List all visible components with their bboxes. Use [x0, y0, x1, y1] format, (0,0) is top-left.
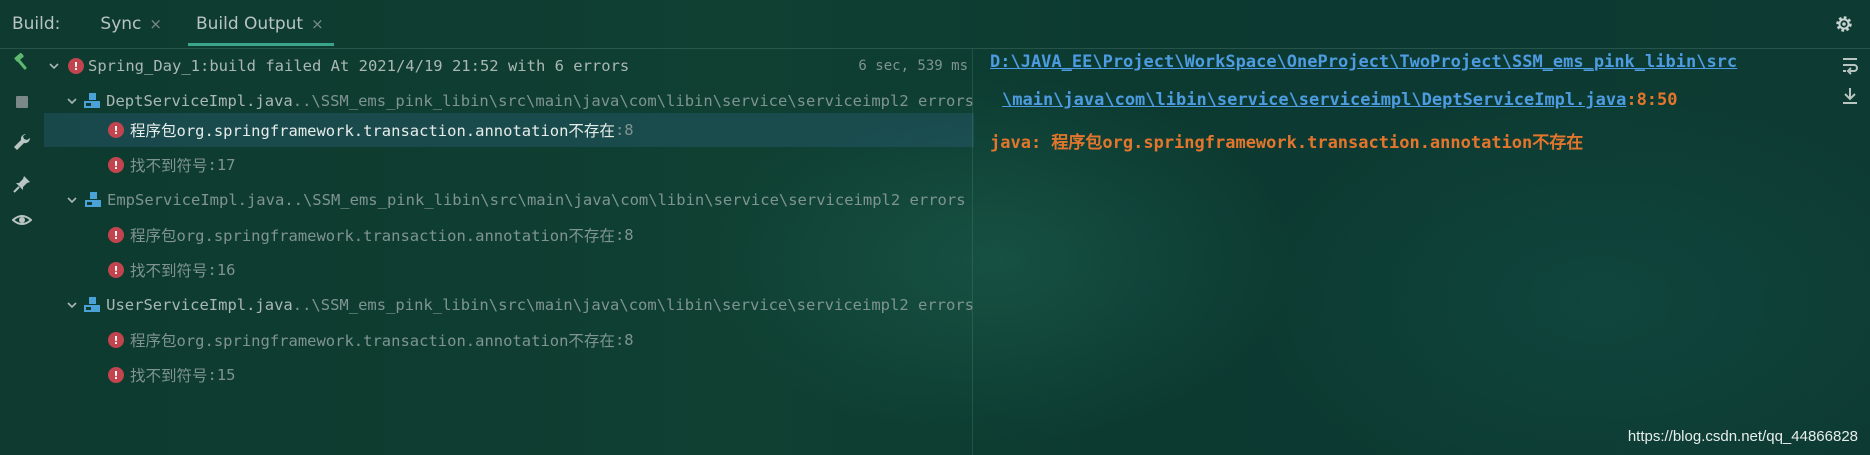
tab-build-output-label: Build Output: [195, 14, 304, 34]
error-icon: !: [108, 157, 124, 173]
error-line: :8: [614, 121, 634, 139]
left-toolbar: [0, 48, 44, 455]
error-message: 程序包org.springframework.transaction.annot…: [130, 332, 615, 350]
build-tree: ! Spring_Day_1: build failed At 2021/4/1…: [44, 48, 974, 455]
error-message: 找不到符号: [130, 262, 208, 280]
error-count: 2 errors: [890, 191, 966, 209]
tab-sync-label: Sync: [100, 14, 142, 34]
hammer-icon[interactable]: [10, 50, 34, 74]
error-icon: !: [108, 227, 124, 243]
java-file-icon: [83, 92, 101, 110]
file-path: ..\SSM_ems_pink_libin\src\main\java\com\…: [292, 92, 900, 110]
tree-file-row[interactable]: EmpServiceImpl.java ..\SSM_ems_pink_libi…: [44, 183, 974, 217]
pin-icon[interactable]: [10, 172, 34, 196]
close-icon[interactable]: ×: [149, 15, 162, 33]
tree-error-row[interactable]: ! 程序包org.springframework.transaction.ann…: [44, 323, 974, 357]
watermark: https://blog.csdn.net/qq_44866828: [1627, 428, 1858, 445]
build-label: Build:: [12, 14, 61, 34]
wrench-icon[interactable]: [10, 130, 34, 154]
error-message: 找不到符号: [130, 157, 208, 175]
java-file-icon: [83, 296, 101, 314]
detail-error-message: java: 程序包org.springframework.transaction…: [990, 133, 1584, 153]
chevron-down-icon[interactable]: [46, 58, 62, 74]
build-time: 6 sec, 539 ms: [858, 58, 968, 74]
error-line: :15: [207, 366, 236, 384]
chevron-down-icon[interactable]: [64, 192, 80, 208]
error-icon: !: [108, 332, 124, 348]
panel-splitter[interactable]: [972, 49, 973, 455]
detail-path-line-1: D:\JAVA_EE\Project\WorkSpace\OneProject\…: [990, 52, 1737, 72]
error-icon: !: [108, 367, 124, 383]
error-count: 2 errors: [899, 92, 974, 110]
tree-error-row[interactable]: ! 找不到符号 :15: [44, 358, 974, 392]
right-toolbar: [1830, 48, 1870, 455]
tree-error-row[interactable]: ! 程序包org.springframework.transaction.ann…: [44, 218, 974, 252]
close-icon[interactable]: ×: [311, 15, 324, 33]
tree-file-row[interactable]: UserServiceImpl.java ..\SSM_ems_pink_lib…: [44, 288, 974, 322]
error-line: :8: [614, 226, 634, 244]
eye-icon[interactable]: [10, 208, 34, 232]
error-line: :8: [614, 331, 634, 349]
scroll-to-end-icon[interactable]: [1838, 84, 1862, 108]
tree-error-row[interactable]: ! 找不到符号 :16: [44, 253, 974, 287]
error-count: 2 errors: [899, 296, 974, 314]
error-detail-panel: D:\JAVA_EE\Project\WorkSpace\OneProject\…: [990, 48, 1810, 408]
error-message: 找不到符号: [130, 367, 208, 385]
tree-root-row[interactable]: ! Spring_Day_1: build failed At 2021/4/1…: [44, 49, 974, 83]
project-name: Spring_Day_1:: [88, 57, 210, 75]
tab-sync[interactable]: Sync ×: [86, 0, 178, 48]
error-message: 程序包org.springframework.transaction.annot…: [130, 122, 615, 140]
tree-error-row[interactable]: ! 找不到符号 :17: [44, 148, 974, 182]
java-file-icon: [84, 191, 102, 209]
build-tool-window: Build: Sync × Build Output × ! Spring_Da…: [0, 0, 1870, 455]
file-name: UserServiceImpl.java: [106, 296, 293, 314]
soft-wrap-icon[interactable]: [1838, 53, 1862, 77]
file-path-link[interactable]: \main\java\com\libin\service\serviceimpl…: [1002, 90, 1626, 110]
file-name: EmpServiceImpl.java: [107, 191, 285, 209]
error-line: :16: [207, 261, 236, 279]
error-message: 程序包org.springframework.transaction.annot…: [130, 227, 615, 245]
tree-error-row[interactable]: ! 程序包org.springframework.transaction.ann…: [44, 113, 974, 147]
file-path-link[interactable]: D:\JAVA_EE\Project\WorkSpace\OneProject\…: [990, 52, 1737, 72]
error-icon: !: [108, 122, 124, 138]
chevron-down-icon[interactable]: [64, 93, 79, 109]
file-path: ..\SSM_ems_pink_libin\src\main\java\com\…: [292, 296, 900, 314]
error-line: :17: [207, 156, 236, 174]
file-name: DeptServiceImpl.java: [106, 92, 293, 110]
tab-build-output[interactable]: Build Output ×: [182, 0, 340, 48]
error-icon: !: [108, 262, 124, 278]
error-position: :8:50: [1626, 90, 1678, 110]
stop-icon[interactable]: [10, 90, 34, 114]
build-header: Build: Sync × Build Output ×: [0, 0, 1870, 48]
file-path: ..\SSM_ems_pink_libin\src\main\java\com\…: [284, 191, 891, 209]
error-icon: !: [68, 58, 84, 74]
chevron-down-icon[interactable]: [64, 297, 79, 313]
detail-path-line-2: \main\java\com\libin\service\serviceimpl…: [1002, 90, 1678, 110]
gear-icon[interactable]: [1832, 12, 1856, 36]
build-status: build failed At 2021/4/19 21:52 with 6 e…: [209, 57, 630, 75]
